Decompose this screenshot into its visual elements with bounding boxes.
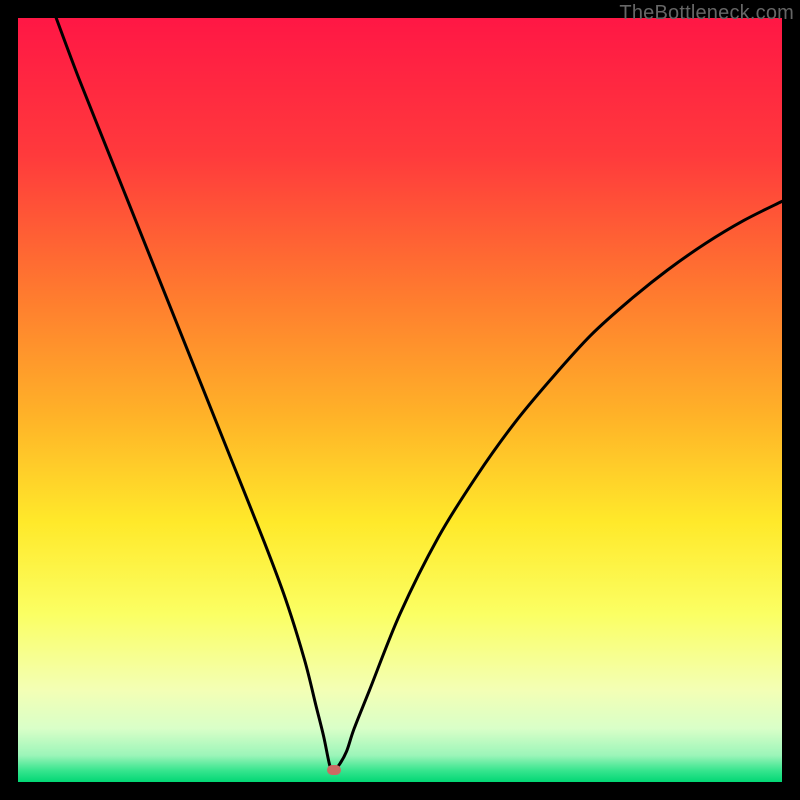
chart-frame [18, 18, 782, 782]
chart-background [18, 18, 782, 782]
chart-plot [18, 18, 782, 782]
watermark-text: TheBottleneck.com [619, 2, 794, 25]
optimum-marker [327, 765, 341, 775]
